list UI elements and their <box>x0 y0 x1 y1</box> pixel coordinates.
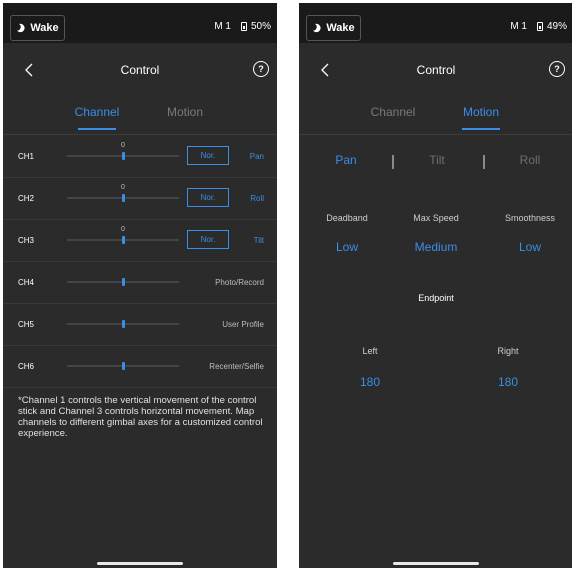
channel-slider[interactable] <box>67 362 179 370</box>
endpoint-left-value[interactable]: 180 <box>340 375 400 389</box>
channel-label: CH3 <box>18 236 35 245</box>
normal-reverse-button[interactable]: Nor. <box>187 230 229 249</box>
tab-channel[interactable]: Channel <box>57 105 137 119</box>
status-indicators: M 1 50% <box>214 21 271 32</box>
normal-reverse-button[interactable]: Nor. <box>187 188 229 207</box>
endpoint-title: Endpoint <box>418 293 454 303</box>
nav-bar: Control ? <box>3 43 277 98</box>
wake-button[interactable]: Wake <box>306 15 361 41</box>
channel-function[interactable]: Recenter/Selfie <box>209 362 264 371</box>
channel-slider[interactable] <box>67 320 179 328</box>
slider-thumb[interactable] <box>122 194 125 202</box>
axis-roll[interactable]: Roll <box>500 153 560 167</box>
endpoint-right-value[interactable]: 180 <box>478 375 538 389</box>
channel-slider[interactable] <box>67 278 179 286</box>
smoothness-label: Smoothness <box>504 213 556 223</box>
tab-bar: Channel Motion <box>3 98 277 135</box>
moon-icon <box>16 23 26 33</box>
max-speed-label: Max Speed <box>413 213 459 223</box>
channel-function[interactable]: Roll <box>250 194 264 203</box>
channel-row-ch4: CH4 Photo/Record <box>3 261 277 304</box>
channel-slider[interactable] <box>67 236 179 244</box>
tab-motion[interactable]: Motion <box>145 105 225 119</box>
tab-motion[interactable]: Motion <box>441 105 521 119</box>
channel-slider[interactable] <box>67 152 179 160</box>
home-indicator[interactable] <box>393 562 479 565</box>
slider-thumb[interactable] <box>122 278 125 286</box>
axis-tilt[interactable]: Tilt <box>407 153 467 167</box>
slider-thumb[interactable] <box>122 320 125 328</box>
channel-footnote: *Channel 1 controls the vertical movemen… <box>18 395 263 439</box>
status-bar: Wake M 1 50% <box>3 3 277 43</box>
channel-row-ch5: CH5 User Profile <box>3 303 277 346</box>
slider-value: 0 <box>121 184 125 191</box>
normal-reverse-button[interactable]: Nor. <box>187 146 229 165</box>
wake-label: Wake <box>326 22 355 34</box>
home-indicator[interactable] <box>97 562 183 565</box>
channel-slider[interactable] <box>67 194 179 202</box>
slider-value: 0 <box>121 142 125 149</box>
channel-screen: Wake M 1 50% Control ? Channel Motion CH… <box>3 3 277 568</box>
channel-label: CH5 <box>18 320 35 329</box>
max-speed-value[interactable]: Medium <box>396 240 476 254</box>
channel-row-ch6: CH6 Recenter/Selfie <box>3 345 277 388</box>
slider-value: 0 <box>121 226 125 233</box>
slider-thumb[interactable] <box>122 152 125 160</box>
axis-pan[interactable]: Pan <box>316 153 376 167</box>
axis-divider <box>392 155 394 169</box>
status-bar: Wake M 1 49% <box>299 3 572 43</box>
battery-level: 49% <box>546 21 567 32</box>
channel-label: CH4 <box>18 278 35 287</box>
axis-selector: Pan Tilt Roll <box>299 153 572 173</box>
page-title: Control <box>416 63 456 77</box>
help-icon[interactable]: ? <box>549 61 565 77</box>
channel-row-ch1: CH1 0 Nor. Pan <box>3 135 277 178</box>
channel-label: CH6 <box>18 362 35 371</box>
battery-icon <box>240 22 247 31</box>
channel-function[interactable]: User Profile <box>222 320 264 329</box>
deadband-label: Deadband <box>326 213 368 223</box>
tab-channel[interactable]: Channel <box>353 105 433 119</box>
motion-screen: Wake M 1 49% Control ? Channel Motion Pa… <box>299 3 572 568</box>
help-icon[interactable]: ? <box>253 61 269 77</box>
nav-bar: Control ? <box>299 43 572 98</box>
mode-indicator: M 1 <box>510 21 527 32</box>
battery-icon <box>536 22 543 31</box>
endpoint-left-label: Left <box>362 346 378 356</box>
deadband-value[interactable]: Low <box>307 240 387 254</box>
channel-function[interactable]: Photo/Record <box>215 278 264 287</box>
channel-row-ch3: CH3 0 Nor. Tilt <box>3 219 277 262</box>
slider-thumb[interactable] <box>122 236 125 244</box>
moon-icon <box>312 23 322 33</box>
axis-divider <box>483 155 485 169</box>
channel-label: CH2 <box>18 194 35 203</box>
channel-row-ch2: CH2 0 Nor. Roll <box>3 177 277 220</box>
wake-label: Wake <box>30 22 59 34</box>
status-indicators: M 1 49% <box>510 21 567 32</box>
slider-thumb[interactable] <box>122 362 125 370</box>
tab-bar: Channel Motion <box>299 98 572 135</box>
endpoint-right-label: Right <box>497 346 519 356</box>
wake-button[interactable]: Wake <box>10 15 65 41</box>
channel-function[interactable]: Tilt <box>254 236 264 245</box>
channel-function[interactable]: Pan <box>250 152 264 161</box>
battery-level: 50% <box>250 21 271 32</box>
channel-label: CH1 <box>18 152 35 161</box>
page-title: Control <box>120 63 160 77</box>
mode-indicator: M 1 <box>214 21 231 32</box>
smoothness-value[interactable]: Low <box>490 240 570 254</box>
